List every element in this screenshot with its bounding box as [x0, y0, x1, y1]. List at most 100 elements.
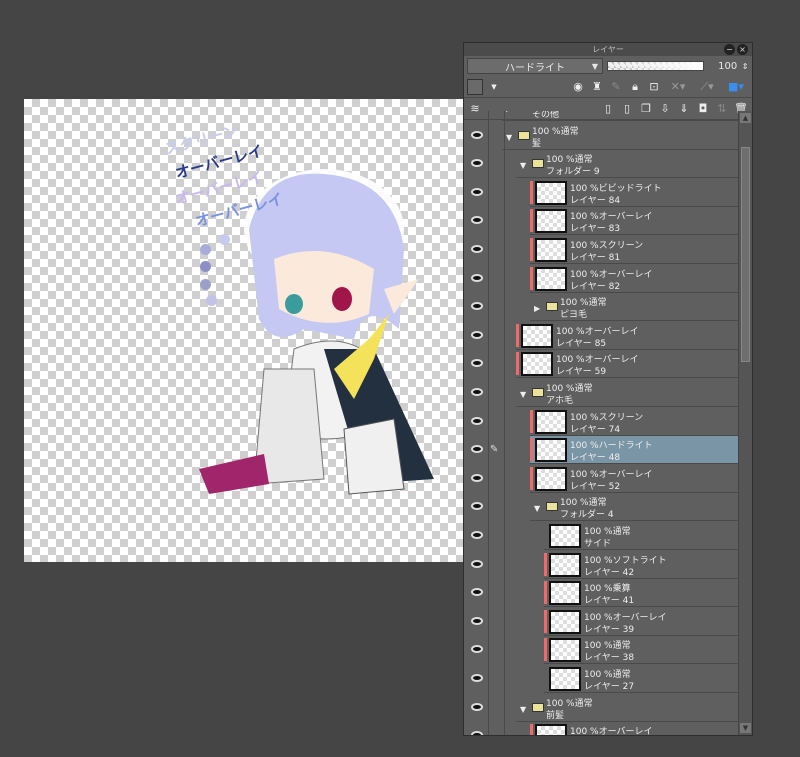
layer-folder-row[interactable]: ▼ 100 %通常 フォルダー 4: [464, 493, 738, 522]
visibility-eye-icon[interactable]: [471, 531, 483, 539]
visibility-eye-icon[interactable]: [471, 187, 483, 196]
layer-folder-row[interactable]: ▼ 100 %通常 フォルダー 9: [464, 150, 738, 179]
panel-titlebar[interactable]: レイヤー − ×: [464, 43, 752, 56]
blend-mode-value: ハードライト: [504, 62, 565, 74]
visibility-eye-icon[interactable]: [471, 273, 483, 282]
drawing-canvas[interactable]: スクリーン オーバーレイ オーバーレイ オーバーレイ: [24, 99, 463, 562]
visibility-eye-icon[interactable]: [471, 216, 483, 225]
visibility-eye-icon[interactable]: [471, 159, 483, 168]
layer-row[interactable]: 100 %オーバーレイ レイヤー 82: [464, 265, 738, 293]
layer-name: レイヤー 38: [584, 653, 635, 664]
opacity-value[interactable]: 100: [708, 61, 737, 72]
layer-name: レイヤー 52: [570, 481, 621, 492]
lock-transparency-icon[interactable]: ⊡: [646, 79, 662, 95]
visibility-eye-icon[interactable]: [471, 130, 483, 139]
panel-title: レイヤー: [592, 45, 624, 54]
layer-thumbnail: [535, 180, 567, 205]
layer-thumbnail: [549, 524, 581, 548]
layer-color-dropdown-icon[interactable]: ■▾: [723, 79, 749, 95]
layer-name: レイヤー 41: [584, 596, 635, 607]
layer-name: 髪: [532, 138, 542, 149]
layer-name: その他: [532, 111, 560, 120]
visibility-eye-icon[interactable]: [471, 388, 483, 396]
layer-name: サイド: [584, 539, 612, 549]
layer-row[interactable]: 100 %乗算 レイヤー 41: [464, 579, 738, 608]
draft-layer-icon[interactable]: ✎: [608, 79, 624, 95]
layer-row[interactable]: 100 %ソフトライト レイヤー 42: [464, 551, 738, 579]
layer-folder-row[interactable]: ▶ 100 %通常 ピヨ毛: [464, 293, 738, 322]
expand-arrow-open-icon[interactable]: ▼: [534, 504, 540, 513]
layer-row[interactable]: 100 %オーバーレイ レイヤー 83: [464, 207, 738, 236]
layer-color-marker: [530, 438, 533, 462]
layer-row[interactable]: 100 %オーバーレイ レイヤー 39: [464, 608, 738, 636]
layer-row[interactable]: 100 %スクリーン レイヤー 81: [464, 236, 738, 264]
visibility-eye-icon[interactable]: [471, 445, 483, 454]
clip-lower-layer-icon[interactable]: ◉: [570, 79, 586, 95]
visibility-eye-icon[interactable]: [471, 588, 483, 597]
layer-row[interactable]: 100 %オーバーレイ レイヤー 85: [464, 322, 738, 350]
layer-row[interactable]: ✎ 100 %ハードライト レイヤー 48: [464, 436, 738, 465]
folder-icon: [546, 502, 558, 512]
expand-arrow-open-icon[interactable]: ▼: [506, 133, 512, 142]
visibility-eye-icon[interactable]: [471, 330, 483, 339]
visibility-eye-icon[interactable]: [471, 731, 483, 735]
layer-name: レイヤー 83: [570, 224, 621, 235]
layer-thumbnail: [535, 438, 567, 463]
expand-arrow-closed-icon[interactable]: ▶: [506, 111, 512, 113]
blend-mode-select[interactable]: ハードライト ▼: [467, 58, 603, 74]
layer-row[interactable]: 100 %オーバーレイ レイヤー 52: [464, 465, 738, 493]
visibility-eye-icon[interactable]: [471, 616, 483, 625]
layer-color-marker: [530, 409, 533, 433]
color-swatch: [200, 279, 211, 290]
opacity-stepper[interactable]: ⇕: [741, 58, 749, 74]
layer-color-button[interactable]: [467, 78, 483, 95]
reference-layer-icon[interactable]: ♜: [589, 79, 605, 95]
layer-row[interactable]: 100 %オーバーレイ: [464, 722, 738, 735]
layer-folder-row[interactable]: ▼ 100 %通常 前髪: [464, 694, 738, 722]
visibility-eye-icon[interactable]: [471, 559, 483, 568]
scroll-up-icon[interactable]: ▲: [740, 113, 751, 123]
layer-thumbnail: [535, 209, 567, 234]
opacity-slider[interactable]: [606, 61, 705, 71]
layer-thumbnail: [535, 466, 567, 491]
lock-icon[interactable]: 🔒︎: [627, 79, 643, 95]
mask-dropdown-icon[interactable]: ✕▾: [665, 79, 691, 95]
layer-row[interactable]: 100 %通常 レイヤー 38: [464, 636, 738, 665]
layer-folder-row[interactable]: ▼ 100 %通常髪: [464, 122, 738, 150]
visibility-eye-icon[interactable]: [471, 416, 483, 425]
layer-color-marker: [530, 209, 533, 233]
layer-folder-row[interactable]: ▼ 100 %通常 アホ毛: [464, 379, 738, 407]
visibility-eye-icon[interactable]: [471, 302, 483, 311]
layer-name: 前髪: [546, 710, 565, 721]
layer-row[interactable]: 100 %オーバーレイ レイヤー 59: [464, 350, 738, 379]
layer-list-scrollbar[interactable]: ▲ ▼: [738, 111, 752, 735]
chevron-down-icon[interactable]: ▼: [486, 79, 502, 95]
visibility-eye-icon[interactable]: [471, 245, 483, 253]
layer-row[interactable]: 100 %通常 サイド: [464, 522, 738, 550]
expand-arrow-open-icon[interactable]: ▼: [520, 161, 526, 170]
layer-row[interactable]: 100 %スクリーン レイヤー 74: [464, 408, 738, 436]
layer-row[interactable]: 100 %ビビッドライト レイヤー 84: [464, 179, 738, 207]
close-icon[interactable]: ×: [737, 44, 748, 55]
expand-arrow-closed-icon[interactable]: ▶: [534, 304, 540, 313]
visibility-eye-icon[interactable]: [471, 473, 483, 482]
chevron-down-icon: ▼: [591, 61, 598, 71]
scroll-down-icon[interactable]: ▼: [740, 723, 751, 733]
expand-arrow-open-icon[interactable]: ▼: [520, 705, 526, 714]
minimize-icon[interactable]: −: [724, 44, 735, 55]
layer-color-marker: [530, 466, 533, 490]
layer-folder-row[interactable]: ▶ その他: [464, 111, 738, 121]
layer-thumbnail: [549, 638, 581, 663]
visibility-eye-icon[interactable]: [471, 702, 483, 711]
layer-color-marker: [530, 180, 533, 204]
ruler-dropdown-icon[interactable]: ⟋▾: [694, 79, 720, 95]
visibility-eye-icon[interactable]: [471, 502, 483, 511]
layer-name: レイヤー 39: [584, 624, 635, 635]
visibility-eye-icon[interactable]: [471, 359, 483, 368]
scrollbar-thumb[interactable]: [741, 147, 750, 362]
layer-name: レイヤー 84: [570, 195, 621, 206]
visibility-eye-icon[interactable]: [471, 674, 483, 682]
visibility-eye-icon[interactable]: [471, 645, 483, 654]
expand-arrow-open-icon[interactable]: ▼: [520, 390, 526, 399]
layer-row[interactable]: 100 %通常 レイヤー 27: [464, 665, 738, 693]
